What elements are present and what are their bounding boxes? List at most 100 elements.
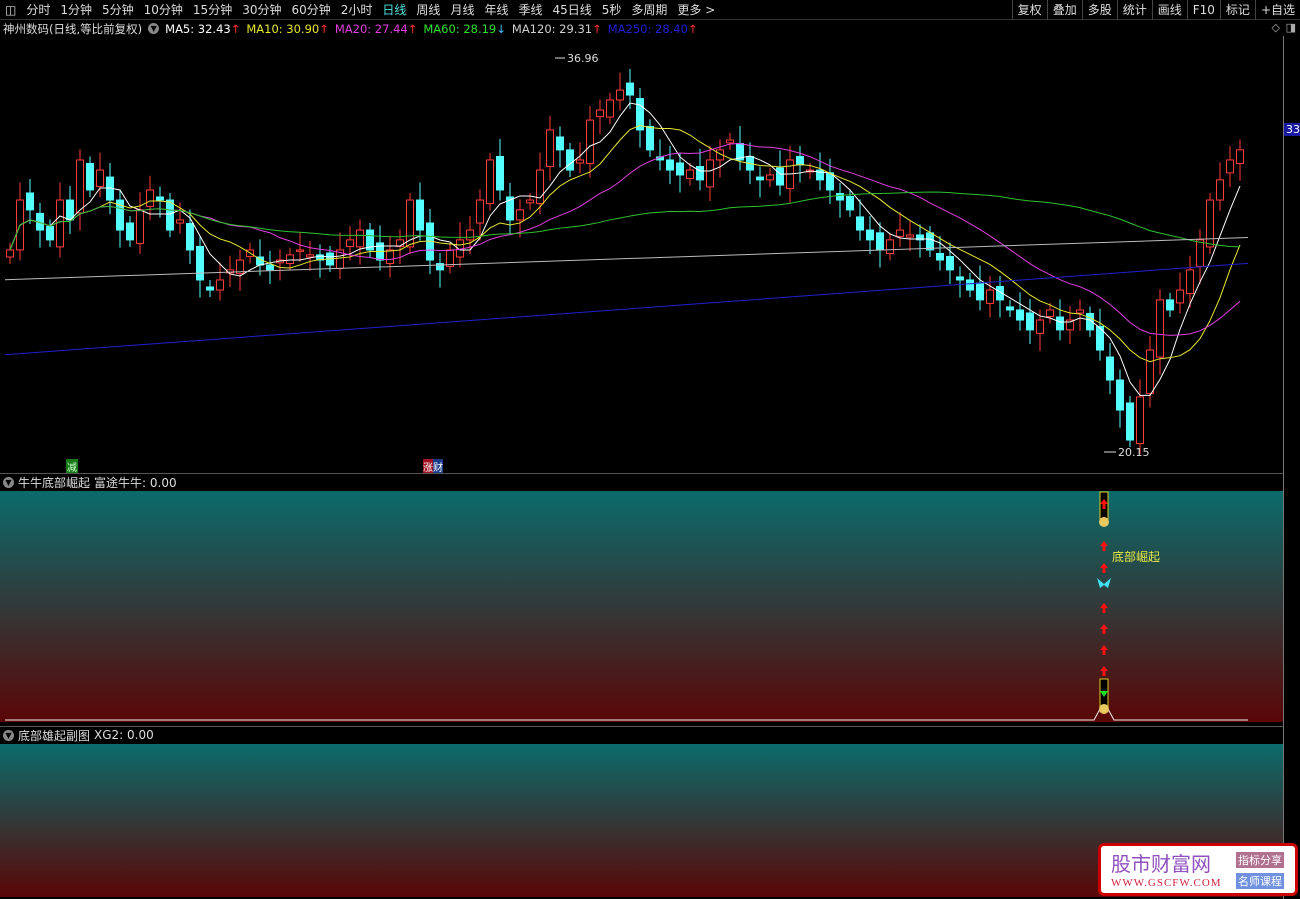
ma-label: MA10: 30.90 xyxy=(246,21,320,36)
period-tab[interactable]: 1分钟 xyxy=(55,1,97,18)
panel1-collapse-icon[interactable]: ▼ xyxy=(3,476,14,488)
signal-label: 底部崛起 xyxy=(1112,550,1161,564)
period-tab[interactable]: 日线 xyxy=(377,1,411,18)
toolbar-button[interactable]: 画线 xyxy=(1151,0,1187,20)
candle xyxy=(556,136,564,151)
panel2-collapse-icon[interactable]: ▼ xyxy=(3,729,14,741)
period-tab[interactable]: 年线 xyxy=(479,1,513,18)
period-tab[interactable]: 30分钟 xyxy=(237,1,286,18)
indicator-line xyxy=(5,708,1248,721)
ma-label: MA120: 29.31 xyxy=(511,21,593,36)
candle xyxy=(1236,149,1244,164)
period-tab[interactable]: 更多 > xyxy=(672,1,720,18)
panel1-header: ▼ 牛牛底部崛起 富途牛牛: 0.00 xyxy=(0,473,1283,490)
up-arrow-icon xyxy=(1100,645,1108,655)
watermark-tag2: 名师课程 xyxy=(1236,873,1284,889)
trend-arrow-icon: ↑ xyxy=(687,21,698,36)
ma-label: MA60: 28.19 xyxy=(423,21,497,36)
candle xyxy=(1106,356,1114,381)
period-tab[interactable]: 10分钟 xyxy=(139,1,188,18)
period-tab[interactable]: 多周期 xyxy=(626,1,672,18)
ma-value: MA250: 28.40↑ xyxy=(608,22,698,36)
candle xyxy=(796,155,804,166)
trend-arrow-icon: ↑ xyxy=(230,21,241,36)
period-tab[interactable]: 5分钟 xyxy=(97,1,139,18)
toolbar-button[interactable]: 叠加 xyxy=(1046,0,1082,20)
candle xyxy=(1056,316,1064,331)
money-bag-icon xyxy=(1099,704,1109,714)
candle xyxy=(266,264,274,271)
toolbar-button[interactable]: +自选 xyxy=(1254,0,1300,20)
panel-toggle-icon[interactable]: ◨ xyxy=(1286,21,1296,34)
indicator-panel-2[interactable] xyxy=(0,744,1283,897)
period-tab[interactable]: 15分钟 xyxy=(188,1,237,18)
butterfly-icon xyxy=(1097,578,1111,588)
ma-value: MA5: 32.43↑ xyxy=(165,22,240,36)
watermark-title: 股市财富网 xyxy=(1111,852,1211,876)
indicator-panel-1[interactable]: 底部崛起 xyxy=(0,491,1283,722)
sidebar-toggle-icon[interactable]: ◫ xyxy=(0,3,21,17)
candle xyxy=(776,167,784,186)
candle xyxy=(1156,299,1164,358)
candle xyxy=(1176,289,1184,304)
candle xyxy=(936,252,944,261)
period-tab[interactable]: 5秒 xyxy=(597,1,627,18)
toolbar-button[interactable]: 标记 xyxy=(1219,0,1255,20)
candle xyxy=(136,209,144,244)
cai-label: 财 xyxy=(433,459,443,474)
candle xyxy=(346,239,354,247)
period-tab[interactable]: 分时 xyxy=(21,1,55,18)
stock-title: 神州数码(日线,等比前复权) xyxy=(3,21,143,36)
candle xyxy=(186,222,194,251)
toolbar-button[interactable]: F10 xyxy=(1186,0,1220,20)
candle xyxy=(726,139,734,144)
candle xyxy=(866,229,874,241)
candle xyxy=(216,279,224,291)
watermark-logo: 股市财富网 WWW.GSCFW.COM 指标分享 名师课程 xyxy=(1098,843,1298,896)
period-tab[interactable]: 季线 xyxy=(513,1,547,18)
candle xyxy=(476,199,484,224)
ma20-line xyxy=(9,142,1241,336)
panel2-header: ▼ 底部雄起副图 XG2: 0.00 xyxy=(0,726,1283,743)
candle xyxy=(1006,306,1014,311)
toolbar-button[interactable]: 多股 xyxy=(1081,0,1117,20)
candle xyxy=(986,289,994,304)
price-axis[interactable] xyxy=(1283,36,1284,899)
period-tab[interactable]: 2小时 xyxy=(336,1,378,18)
candle xyxy=(296,249,304,252)
settings-dropdown-icon[interactable]: ▼ xyxy=(148,23,160,34)
candle xyxy=(886,239,894,254)
candle xyxy=(496,155,504,191)
toolbar-button[interactable]: 复权 xyxy=(1011,0,1047,20)
candle xyxy=(706,159,714,188)
period-tab[interactable]: 周线 xyxy=(411,1,445,18)
candle xyxy=(946,256,954,271)
diamond-icon[interactable]: ◇ xyxy=(1272,21,1280,34)
candle xyxy=(1016,309,1024,321)
candle xyxy=(156,196,164,201)
candle xyxy=(416,199,424,231)
trend-arrow-icon: ↑ xyxy=(592,21,602,36)
period-tab[interactable]: 45日线 xyxy=(547,1,596,18)
period-tab[interactable]: 月线 xyxy=(445,1,479,18)
last-price-tag: 33. xyxy=(1284,123,1300,136)
trend-arrow-icon: ↓ xyxy=(496,21,506,36)
period-tab[interactable]: 60分钟 xyxy=(286,1,335,18)
candlestick-chart[interactable]: 36.96 20.15 xyxy=(0,36,1283,473)
panel1-name: 牛牛底部崛起 xyxy=(18,475,91,490)
toolbar-right: 复权 叠加 多股 统计 画线 F10 标记 +自选 xyxy=(1011,0,1300,20)
candle xyxy=(146,189,154,207)
candle xyxy=(536,169,544,205)
panel2-name: 底部雄起副图 xyxy=(18,728,91,743)
candle xyxy=(126,222,134,241)
candle xyxy=(1076,309,1084,314)
candle xyxy=(896,229,904,237)
candle xyxy=(526,199,534,204)
candle xyxy=(696,166,704,181)
ma-value: MA10: 30.90↑ xyxy=(246,22,329,36)
high-price-label: 36.96 xyxy=(567,52,599,65)
toolbar-button[interactable]: 统计 xyxy=(1116,0,1152,20)
candle xyxy=(486,159,494,205)
candle xyxy=(1036,319,1044,334)
candle xyxy=(906,234,914,238)
